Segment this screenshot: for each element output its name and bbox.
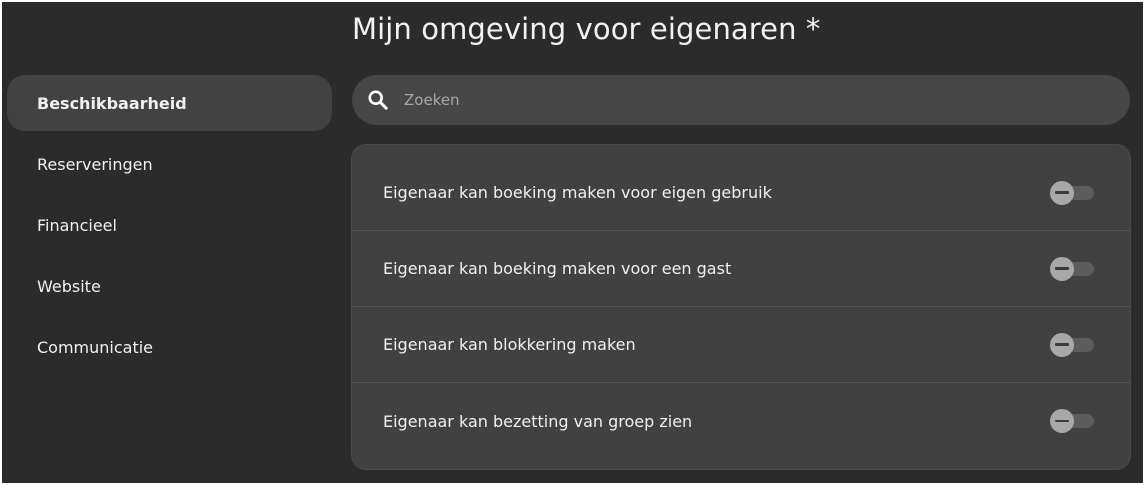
setting-label: Eigenaar kan boeking maken voor eigen ge… bbox=[383, 183, 772, 202]
sidebar-item-reserveringen[interactable]: Reserveringen bbox=[7, 136, 332, 192]
app-window: Mijn omgeving voor eigenaren * Beschikba… bbox=[2, 2, 1143, 483]
search-bar bbox=[352, 75, 1130, 125]
search-input[interactable] bbox=[402, 90, 1086, 110]
group-occupancy-toggle[interactable] bbox=[1050, 409, 1096, 433]
sidebar-item-financieel[interactable]: Financieel bbox=[7, 197, 332, 253]
setting-row-blocking: Eigenaar kan blokkering maken bbox=[352, 307, 1130, 383]
sidebar-item-label: Financieel bbox=[37, 215, 117, 235]
setting-row-group-occupancy: Eigenaar kan bezetting van groep zien bbox=[352, 383, 1130, 459]
sidebar-item-website[interactable]: Website bbox=[7, 258, 332, 314]
toggle-knob-minus-icon bbox=[1050, 180, 1074, 205]
sidebar-item-label: Website bbox=[37, 276, 101, 296]
sidebar-item-communicatie[interactable]: Communicatie bbox=[7, 319, 332, 375]
setting-label: Eigenaar kan blokkering maken bbox=[383, 335, 636, 354]
toggle-knob-minus-icon bbox=[1050, 256, 1074, 281]
setting-label: Eigenaar kan bezetting van groep zien bbox=[383, 411, 693, 431]
setting-row-own-use-booking: Eigenaar kan boeking maken voor eigen ge… bbox=[352, 145, 1130, 231]
sidebar-item-label: Communicatie bbox=[37, 337, 154, 357]
own-use-booking-toggle[interactable] bbox=[1050, 180, 1096, 205]
search-icon[interactable] bbox=[366, 88, 390, 112]
setting-label: Eigenaar kan boeking maken voor een gast bbox=[383, 259, 732, 278]
sidebar-item-label: Beschikbaarheid bbox=[37, 93, 187, 113]
blocking-toggle[interactable] bbox=[1050, 332, 1096, 357]
toggle-knob-minus-icon bbox=[1050, 409, 1074, 433]
sidebar-item-beschikbaarheid[interactable]: Beschikbaarheid bbox=[7, 75, 332, 131]
guest-booking-toggle[interactable] bbox=[1050, 256, 1096, 281]
sidebar-item-label: Reserveringen bbox=[37, 154, 153, 174]
toggle-knob-minus-icon bbox=[1050, 332, 1074, 357]
page-title: Mijn omgeving voor eigenaren * bbox=[352, 12, 821, 46]
sidebar: Beschikbaarheid Reserveringen Financieel… bbox=[7, 75, 332, 380]
settings-card: Eigenaar kan boeking maken voor eigen ge… bbox=[352, 145, 1130, 469]
setting-row-guest-booking: Eigenaar kan boeking maken voor een gast bbox=[352, 231, 1130, 307]
